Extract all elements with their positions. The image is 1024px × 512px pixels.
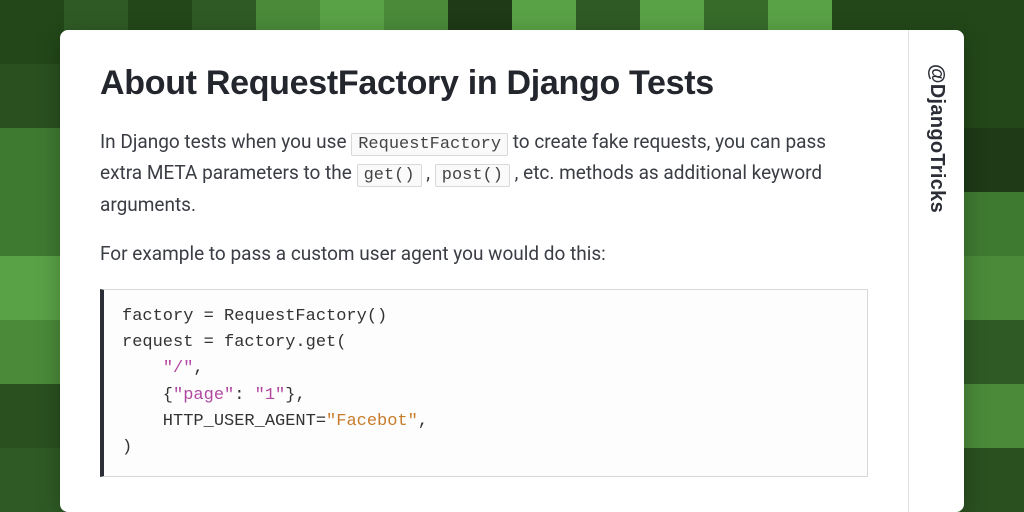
paragraph-2: For example to pass a custom user agent …: [100, 239, 868, 268]
code-l3-indent: [122, 359, 163, 378]
inline-code-requestfactory: RequestFactory: [351, 133, 508, 156]
code-line-2: request = factory.get(: [122, 333, 346, 352]
article-title: About RequestFactory in Django Tests: [100, 64, 868, 103]
code-l5-tail: ,: [418, 412, 428, 431]
code-l4-val: "1": [255, 386, 286, 405]
article-main: About RequestFactory in Django Tests In …: [60, 30, 908, 512]
code-l4-sep: :: [234, 386, 254, 405]
content-card: About RequestFactory in Django Tests In …: [60, 30, 964, 512]
inline-code-get: get(): [357, 164, 422, 187]
p1-text-3: ,: [422, 161, 435, 184]
code-l5-string: "Facebot": [326, 412, 418, 431]
author-handle: @DjangoTricks: [925, 64, 948, 213]
p1-text-1: In Django tests when you use: [100, 130, 351, 153]
code-line-6: ): [122, 438, 132, 457]
code-l4-indent: {: [122, 386, 173, 405]
code-l3-tail: ,: [193, 359, 203, 378]
code-l4-key: "page": [173, 386, 234, 405]
code-line-1: factory = RequestFactory(): [122, 307, 387, 326]
sidebar: @DjangoTricks: [908, 30, 964, 512]
code-l3-string: "/": [163, 359, 194, 378]
code-l5-indent: HTTP_USER_AGENT=: [122, 412, 326, 431]
paragraph-1: In Django tests when you use RequestFact…: [100, 127, 868, 219]
inline-code-post: post(): [435, 164, 510, 187]
code-block: factory = RequestFactory() request = fac…: [100, 289, 868, 477]
code-l4-tail: },: [285, 386, 305, 405]
